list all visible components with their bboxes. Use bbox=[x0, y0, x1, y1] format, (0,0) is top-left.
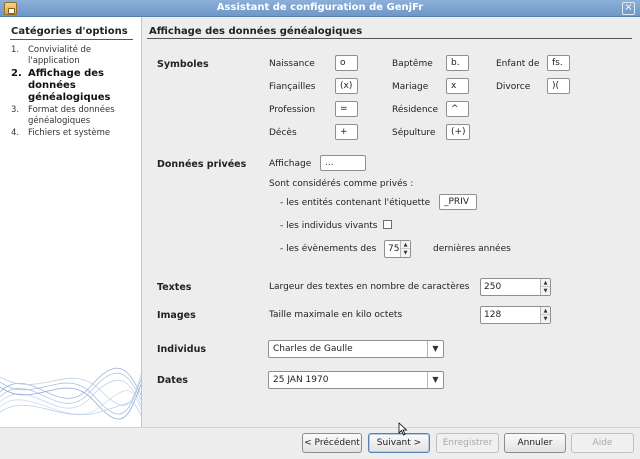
evenements-label: - les évènements des bbox=[280, 244, 377, 254]
textes-spinner[interactable]: 250 ▲ ▼ bbox=[480, 278, 551, 296]
bapteme-field[interactable]: b. bbox=[446, 55, 469, 71]
enfant-de-label: Enfant de bbox=[496, 59, 540, 69]
section-images-label: Images bbox=[157, 310, 196, 321]
residence-label: Résidence bbox=[392, 105, 439, 115]
page-title: Affichage des données généalogiques bbox=[149, 26, 363, 37]
spinner-up-icon[interactable]: ▲ bbox=[541, 307, 550, 315]
spinner-arrows: ▲ ▼ bbox=[540, 279, 550, 295]
sepulture-field[interactable]: (+) bbox=[446, 124, 470, 140]
sidebar-divider bbox=[10, 39, 133, 40]
step-number: 1. bbox=[11, 45, 20, 55]
chevron-down-icon[interactable]: ▼ bbox=[427, 341, 443, 357]
images-spinner[interactable]: 128 ▲ ▼ bbox=[480, 306, 551, 324]
step-number: 2. bbox=[11, 68, 22, 79]
naissance-field[interactable]: o bbox=[335, 55, 358, 71]
spinner-up-icon[interactable]: ▲ bbox=[541, 279, 550, 287]
mariage-label: Mariage bbox=[392, 82, 429, 92]
vivants-checkbox[interactable] bbox=[383, 220, 392, 229]
textes-value: 250 bbox=[484, 282, 502, 292]
title-bar: Assistant de configuration de GenjFr × bbox=[0, 0, 640, 17]
window-title: Assistant de configuration de GenjFr bbox=[216, 2, 424, 13]
fiancailles-label: Fiançailles bbox=[269, 82, 316, 92]
bapteme-label: Baptême bbox=[392, 59, 433, 69]
mouse-cursor-icon bbox=[398, 422, 408, 436]
spinner-arrows: ▲ ▼ bbox=[400, 241, 410, 257]
mariage-field[interactable]: x bbox=[446, 78, 469, 94]
section-individus-label: Individus bbox=[157, 344, 207, 355]
enfant-de-field[interactable]: fs. bbox=[547, 55, 570, 71]
naissance-label: Naissance bbox=[269, 59, 315, 69]
section-symboles-label: Symboles bbox=[157, 59, 209, 70]
save-button[interactable]: Enregistrer bbox=[436, 433, 499, 453]
step-number: 4. bbox=[11, 128, 20, 138]
etiquette-field[interactable]: _PRIV bbox=[439, 194, 477, 210]
residence-field[interactable]: ^ bbox=[446, 101, 469, 117]
sidebar: Catégories d'options 1. Convivialité de … bbox=[0, 17, 142, 427]
spinner-up-icon[interactable]: ▲ bbox=[401, 241, 410, 249]
fiancailles-field[interactable]: (x) bbox=[335, 78, 358, 94]
spinner-down-icon[interactable]: ▼ bbox=[541, 315, 550, 323]
evenements-suffix: dernières années bbox=[433, 244, 511, 254]
dates-value: 25 JAN 1970 bbox=[273, 375, 329, 385]
title-divider bbox=[147, 38, 632, 39]
sepulture-label: Sépulture bbox=[392, 128, 436, 138]
step-label: Convivialité de l'application bbox=[28, 45, 92, 66]
affichage-field[interactable]: ... bbox=[320, 155, 366, 171]
individus-combo[interactable]: Charles de Gaulle ▼ bbox=[268, 340, 444, 358]
divorce-label: Divorce bbox=[496, 82, 531, 92]
step-label: Fichiers et système bbox=[28, 128, 111, 138]
vivants-label: - les individus vivants bbox=[280, 221, 378, 231]
spinner-down-icon[interactable]: ▼ bbox=[541, 287, 550, 295]
help-button[interactable]: Aide bbox=[571, 433, 634, 453]
section-textes-label: Textes bbox=[157, 282, 192, 293]
spinner-arrows: ▲ ▼ bbox=[540, 307, 550, 323]
prives-intro: Sont considérés comme privés : bbox=[269, 179, 414, 189]
spinner-down-icon[interactable]: ▼ bbox=[401, 249, 410, 257]
decorative-waves-image bbox=[0, 367, 141, 420]
step-label: Format des données généalogiques bbox=[28, 105, 115, 126]
section-dates-label: Dates bbox=[157, 375, 188, 386]
deces-label: Décès bbox=[269, 128, 297, 138]
section-prives-label: Données privées bbox=[157, 159, 247, 170]
divorce-field[interactable]: )( bbox=[547, 78, 570, 94]
sidebar-title: Catégories d'options bbox=[11, 26, 128, 37]
evenements-spinner[interactable]: 75 ▲ ▼ bbox=[384, 240, 411, 258]
affichage-label: Affichage bbox=[269, 159, 312, 169]
profession-field[interactable]: = bbox=[335, 101, 358, 117]
individus-value: Charles de Gaulle bbox=[273, 344, 353, 354]
textes-description: Largeur des textes en nombre de caractèr… bbox=[269, 282, 470, 292]
button-bar-divider bbox=[0, 427, 640, 428]
dates-combo[interactable]: 25 JAN 1970 ▼ bbox=[268, 371, 444, 389]
next-button[interactable]: Suivant > bbox=[368, 433, 430, 453]
deces-field[interactable]: + bbox=[335, 124, 358, 140]
chevron-down-icon[interactable]: ▼ bbox=[427, 372, 443, 388]
cancel-button[interactable]: Annuler bbox=[504, 433, 566, 453]
close-icon[interactable]: × bbox=[622, 2, 635, 15]
evenements-value: 75 bbox=[388, 244, 400, 254]
step-number: 3. bbox=[11, 105, 20, 115]
images-value: 128 bbox=[484, 310, 502, 320]
images-description: Taille maximale en kilo octets bbox=[269, 310, 403, 320]
previous-button[interactable]: < Précédent bbox=[302, 433, 362, 453]
etiquette-label: - les entités contenant l'étiquette bbox=[280, 198, 431, 208]
profession-label: Profession bbox=[269, 105, 316, 115]
step-label: Affichage des données généalogiques bbox=[28, 68, 111, 103]
